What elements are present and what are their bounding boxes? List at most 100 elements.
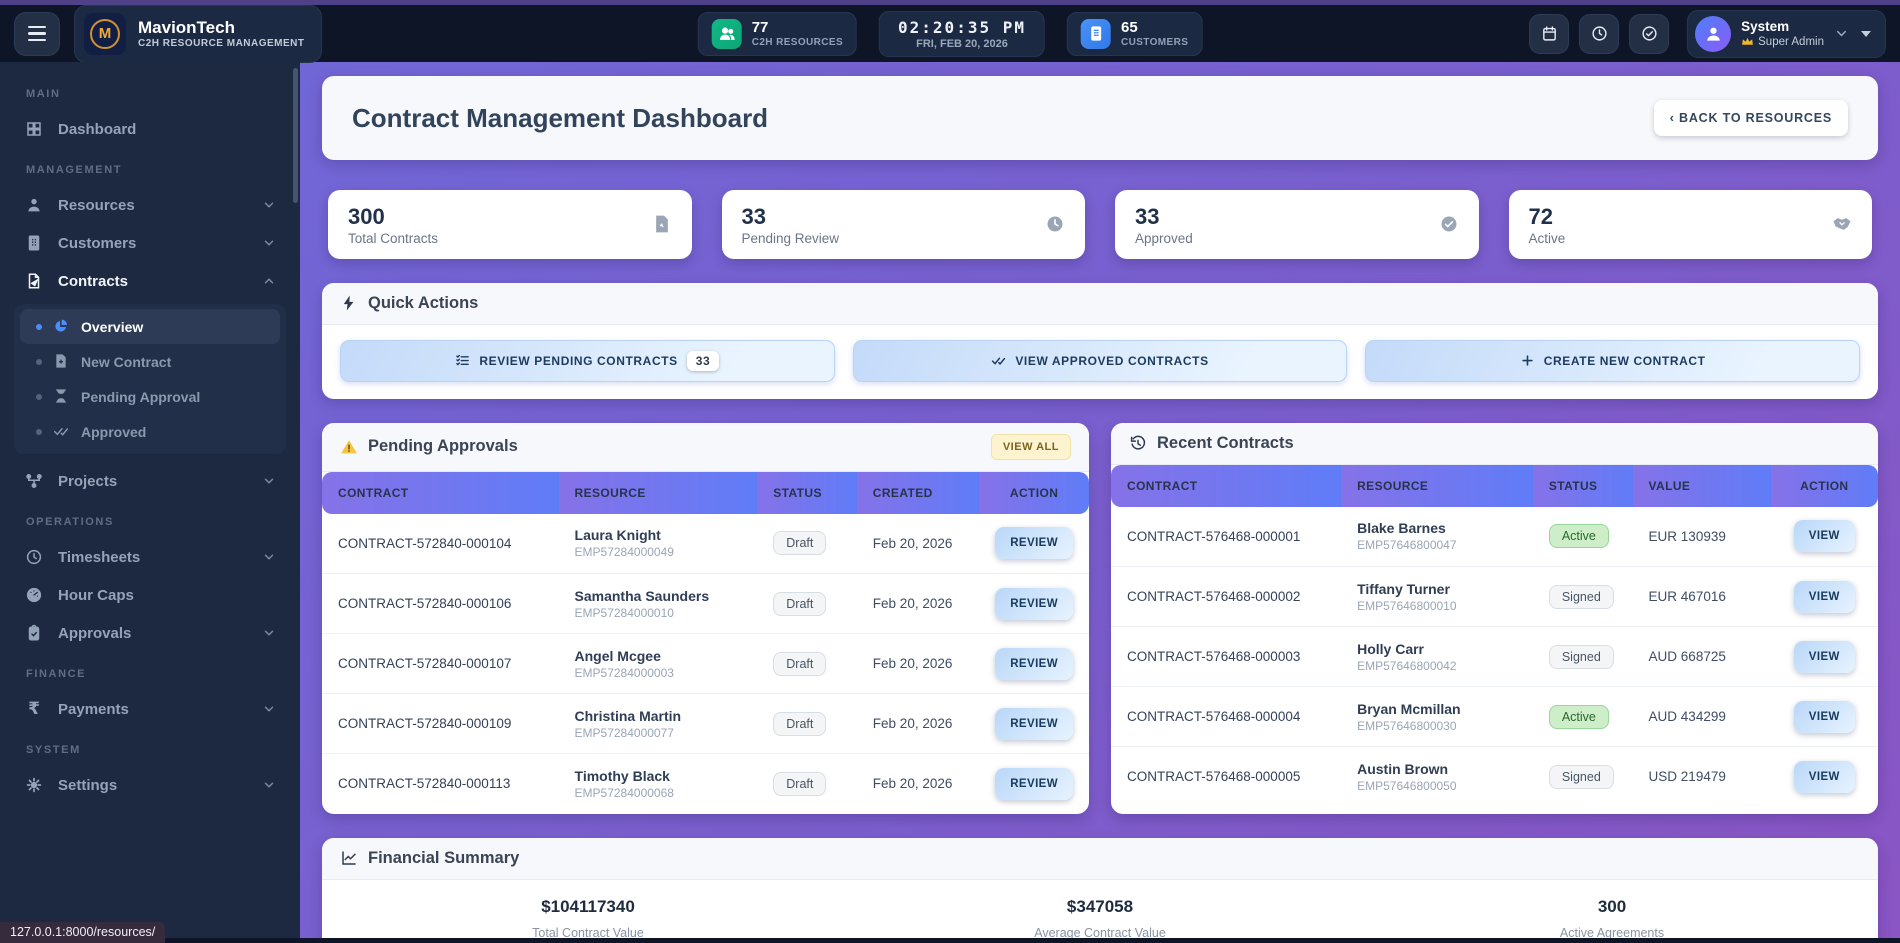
sidebar-item-projects[interactable]: Projects	[0, 462, 300, 500]
bolt-icon	[340, 294, 358, 312]
view-button[interactable]: VIEW	[1794, 520, 1855, 552]
handshake-icon	[1832, 214, 1852, 234]
view-button[interactable]: VIEW	[1794, 641, 1855, 673]
financial-item-average: $347058 Average Contract Value	[844, 897, 1356, 939]
topbar-left: M MavionTech C2H RESOURCE MANAGEMENT	[14, 5, 322, 63]
clock-time: 02:20:35 PM	[898, 18, 1026, 37]
sidebar-item-approvals[interactable]: Approvals	[0, 614, 300, 652]
user-icon	[24, 196, 44, 214]
stat-cards-row: 300 Total Contracts 33 Pending Review 33…	[328, 190, 1872, 259]
customers-count-chip[interactable]: 65 CUSTOMERS	[1067, 12, 1202, 56]
sidebar-item-customers[interactable]: Customers	[0, 224, 300, 262]
sidebar-item-contracts[interactable]: Contracts	[0, 262, 300, 300]
pending-approvals-table: CONTRACT RESOURCE STATUS CREATED ACTION …	[322, 472, 1089, 814]
view-approved-contracts-button[interactable]: VIEW APPROVED CONTRACTS	[853, 340, 1348, 382]
check-circle-button[interactable]	[1629, 14, 1669, 54]
bullet-dot	[36, 394, 42, 400]
contract-cell: CONTRACT-572840-000107	[322, 634, 559, 694]
pie-chart-icon	[53, 318, 70, 335]
table-row: CONTRACT-576468-000004Bryan McmillanEMP5…	[1111, 687, 1878, 747]
resource-cell: Laura KnightEMP57284000049	[559, 514, 758, 574]
action-cell: REVIEW	[979, 694, 1089, 754]
resource-name: Christina Martin	[575, 708, 742, 724]
review-button[interactable]: REVIEW	[995, 708, 1073, 740]
sidebar-section-finance: FINANCE	[0, 652, 300, 690]
submenu-item-label: Overview	[81, 319, 143, 335]
resource-emp-id: EMP57284000068	[575, 786, 742, 800]
review-pending-contracts-button[interactable]: REVIEW PENDING CONTRACTS 33	[340, 340, 835, 382]
resource-name: Bryan Mcmillan	[1357, 701, 1517, 717]
gauge-icon	[24, 586, 44, 604]
user-name: System	[1741, 19, 1824, 35]
create-new-contract-button[interactable]: CREATE NEW CONTRACT	[1365, 340, 1860, 382]
customers-count-label: CUSTOMERS	[1121, 37, 1188, 48]
review-button[interactable]: REVIEW	[995, 648, 1073, 680]
warning-icon	[340, 438, 358, 456]
resource-name: Laura Knight	[575, 527, 742, 543]
view-button[interactable]: VIEW	[1794, 581, 1855, 613]
financial-summary-body: $104117340 Total Contract Value $347058 …	[322, 880, 1878, 939]
resources-count-chip[interactable]: 77 C2H RESOURCES	[698, 12, 857, 56]
status-badge: Active	[1549, 524, 1609, 548]
table-header: CONTRACT RESOURCE STATUS VALUE ACTION	[1111, 465, 1878, 507]
status-badge: Draft	[773, 772, 826, 796]
menu-toggle-button[interactable]	[14, 12, 60, 56]
sidebar-item-dashboard[interactable]: Dashboard	[0, 110, 300, 148]
recent-contracts-header: Recent Contracts	[1111, 423, 1878, 465]
recent-contracts-title: Recent Contracts	[1129, 434, 1294, 453]
chevron-down-icon	[262, 626, 276, 640]
submenu-item-pending-approval[interactable]: Pending Approval	[20, 379, 280, 414]
topbar-right: System Super Admin	[1529, 10, 1886, 58]
stat-value: 33	[1135, 203, 1193, 231]
calendar-button[interactable]	[1529, 14, 1569, 54]
contract-cell: CONTRACT-572840-000104	[322, 514, 559, 574]
sidebar-item-payments[interactable]: ₹ Payments	[0, 690, 300, 728]
submenu-item-label: Pending Approval	[81, 389, 200, 405]
view-button[interactable]: VIEW	[1794, 761, 1855, 793]
table-row: CONTRACT-572840-000113Timothy BlackEMP57…	[322, 754, 1089, 814]
resource-emp-id: EMP57284000077	[575, 726, 742, 740]
review-button[interactable]: REVIEW	[995, 527, 1073, 559]
submenu-item-label: Approved	[81, 424, 146, 440]
brand[interactable]: M MavionTech C2H RESOURCE MANAGEMENT	[74, 5, 322, 63]
submenu-item-new-contract[interactable]: New Contract	[20, 344, 280, 379]
caret-down-icon	[1861, 31, 1871, 37]
view-all-button[interactable]: VIEW ALL	[991, 434, 1071, 460]
action-cell: REVIEW	[979, 574, 1089, 634]
avatar	[1695, 16, 1731, 52]
resource-emp-id: EMP57284000003	[575, 666, 742, 680]
sidebar-item-hour-caps[interactable]: Hour Caps	[0, 576, 300, 614]
stat-value: 300	[348, 203, 438, 231]
resource-emp-id: EMP57284000010	[575, 606, 742, 620]
pending-approvals-card: Pending Approvals VIEW ALL CONTRACT RESO…	[322, 423, 1089, 814]
status-badge: Draft	[773, 592, 826, 616]
resource-cell: Samantha SaundersEMP57284000010	[559, 574, 758, 634]
table-row: CONTRACT-576468-000003Holly CarrEMP57646…	[1111, 627, 1878, 687]
resource-cell: Austin BrownEMP57646800050	[1341, 747, 1533, 807]
table-row: CONTRACT-576468-000001Blake BarnesEMP576…	[1111, 507, 1878, 567]
submenu-item-overview[interactable]: Overview	[20, 309, 280, 344]
sidebar-scrollbar[interactable]	[293, 68, 298, 203]
action-cell: REVIEW	[979, 514, 1089, 574]
topbar-center: 77 C2H RESOURCES 02:20:35 PM FRI, FEB 20…	[698, 11, 1203, 57]
submenu-item-approved[interactable]: Approved	[20, 414, 280, 449]
sidebar-item-resources[interactable]: Resources	[0, 186, 300, 224]
sidebar-item-settings[interactable]: Settings	[0, 766, 300, 804]
section-title-text: Pending Approvals	[368, 437, 518, 456]
view-button[interactable]: VIEW	[1794, 701, 1855, 733]
sidebar-item-label: Approvals	[58, 625, 248, 642]
sidebar-item-timesheets[interactable]: Timesheets	[0, 538, 300, 576]
recent-contracts-card: Recent Contracts CONTRACT RESOURCE STATU…	[1111, 423, 1878, 814]
value-cell: AUD 668725	[1633, 627, 1771, 687]
contract-cell: CONTRACT-576468-000003	[1111, 627, 1341, 687]
sidebar-item-label: Customers	[58, 235, 248, 252]
chevron-down-icon	[262, 778, 276, 792]
status-cell: Draft	[757, 634, 857, 694]
clock-button[interactable]	[1579, 14, 1619, 54]
back-to-resources-button[interactable]: ‹ BACK TO RESOURCES	[1654, 100, 1848, 136]
column-header: CONTRACT	[1111, 465, 1341, 507]
user-menu[interactable]: System Super Admin	[1687, 10, 1886, 58]
sidebar-item-label: Contracts	[58, 273, 248, 290]
review-button[interactable]: REVIEW	[995, 588, 1073, 620]
review-button[interactable]: REVIEW	[995, 768, 1073, 800]
